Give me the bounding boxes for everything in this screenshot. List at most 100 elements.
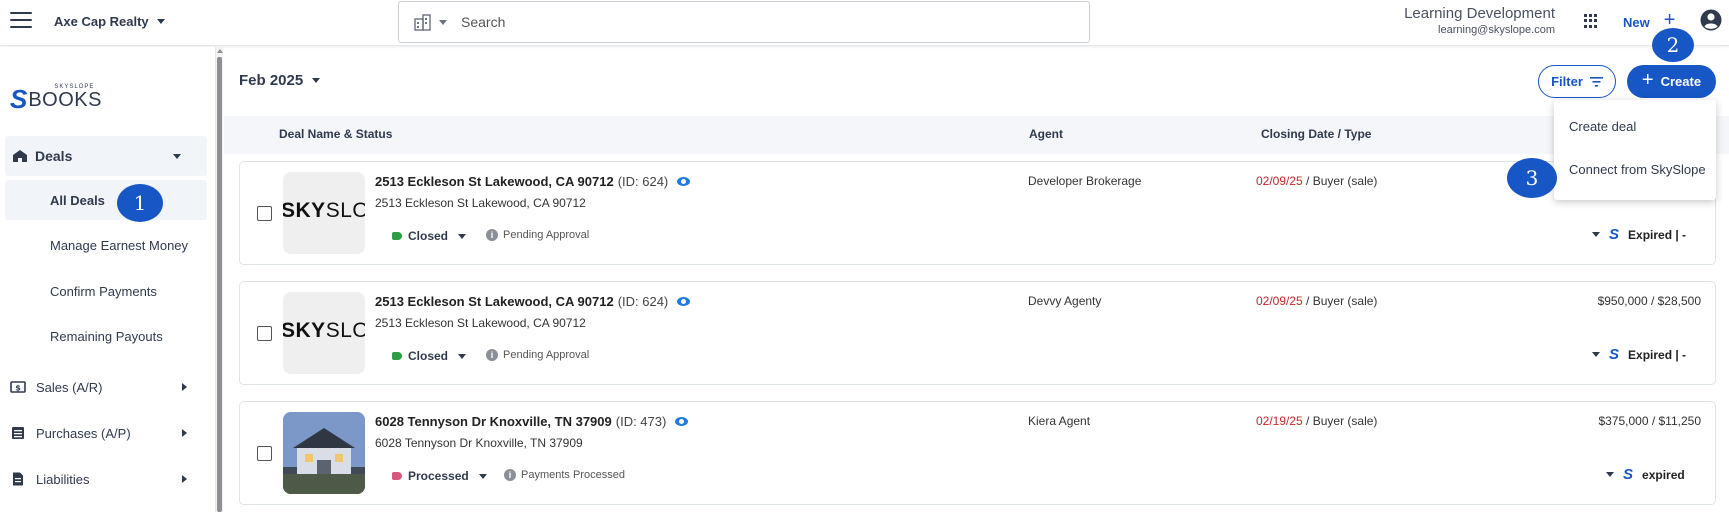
step-badge-2: 2: [1652, 28, 1694, 62]
status-tag-icon: [392, 232, 402, 240]
expiration-status[interactable]: S Expired | -: [1592, 346, 1686, 363]
menu-item-create-deal[interactable]: Create deal: [1569, 119, 1636, 134]
eye-icon[interactable]: [677, 297, 691, 306]
scrollbar-thumb[interactable]: [217, 57, 222, 512]
row-checkbox[interactable]: [257, 206, 272, 221]
sidebar-item-deals[interactable]: Deals: [5, 136, 207, 176]
expiration-status[interactable]: S Expired | -: [1592, 226, 1686, 243]
search-scope-selector[interactable]: [413, 13, 447, 31]
filter-button[interactable]: Filter: [1538, 65, 1616, 98]
apps-grid-icon[interactable]: [1584, 14, 1598, 28]
expiration-status[interactable]: S expired: [1606, 466, 1685, 483]
building-icon: [414, 14, 431, 31]
sidebar-item-label: Remaining Payouts: [50, 328, 163, 344]
sidebar-item-label: Liabilities: [36, 471, 90, 487]
deal-id: (ID: 473): [615, 414, 667, 429]
sidebar-item-remaining-payouts[interactable]: Remaining Payouts: [5, 316, 207, 356]
dollar-icon: $: [10, 381, 26, 393]
search-bar[interactable]: Search: [398, 1, 1090, 43]
deal-title[interactable]: 2513 Eckleson St Lakewood, CA 90712 (ID:…: [375, 174, 691, 189]
closing-date: 02/19/25 / Buyer (sale): [1256, 414, 1377, 428]
deal-title[interactable]: 6028 Tennyson Dr Knoxville, TN 37909 (ID…: [375, 414, 689, 429]
closing-date: 02/09/25 / Buyer (sale): [1256, 294, 1377, 308]
chevron-down-icon: [439, 19, 447, 25]
eye-icon[interactable]: [675, 417, 689, 426]
table-row[interactable]: SKYSLOPE 2513 Eckleson St Lakewood, CA 9…: [239, 281, 1716, 385]
deal-address: 2513 Eckleson St Lakewood, CA 90712: [375, 196, 586, 210]
table-row[interactable]: SKYSLOPE 2513 Eckleson St Lakewood, CA 9…: [239, 161, 1716, 265]
status-label: Closed: [408, 349, 449, 363]
eye-icon[interactable]: [677, 177, 691, 186]
sidebar-item-label: Manage Earnest Money: [50, 237, 189, 253]
step-badge-1: 1: [117, 184, 163, 222]
create-button[interactable]: + Create: [1627, 65, 1716, 98]
sidebar-item-confirm-payments[interactable]: Confirm Payments: [5, 271, 207, 311]
deal-price: $375,000 / $11,250: [1598, 414, 1701, 428]
account-icon[interactable]: [1700, 9, 1722, 31]
new-label: New: [1623, 14, 1650, 30]
table-row[interactable]: 6028 Tennyson Dr Knoxville, TN 37909 (ID…: [239, 401, 1716, 505]
sub-status-label: Pending Approval: [503, 349, 590, 361]
deal-title[interactable]: 2513 Eckleson St Lakewood, CA 90712 (ID:…: [375, 294, 691, 309]
row-checkbox[interactable]: [257, 446, 272, 461]
status-dropdown[interactable]: Processed: [392, 469, 487, 483]
deal-id: (ID: 624): [617, 294, 669, 309]
sub-status-label: Payments Processed: [521, 469, 625, 481]
closing-date-value: 02/19/25: [1256, 414, 1303, 428]
sidebar-scrollbar[interactable]: [216, 47, 223, 512]
chevron-right-icon: [182, 429, 187, 437]
sidebar-item-sales[interactable]: $ Sales (A/R): [10, 372, 205, 402]
closing-date: 02/09/25 / Buyer (sale): [1256, 174, 1377, 188]
status-tag-icon: [392, 352, 402, 360]
deal-address: 2513 Eckleson St Lakewood, CA 90712: [375, 316, 586, 330]
deal-address: 6028 Tennyson Dr Knoxville, TN 37909: [375, 436, 583, 450]
table-header: [224, 116, 1729, 154]
search-input[interactable]: Search: [461, 14, 505, 30]
sidebar-item-manage-earnest-money[interactable]: Manage Earnest Money: [5, 225, 207, 265]
skyslope-s-icon: S: [1609, 226, 1620, 243]
hamburger-menu-icon[interactable]: [10, 12, 32, 30]
sidebar-item-liabilities[interactable]: Liabilities: [10, 464, 205, 494]
deal-name: 6028 Tennyson Dr Knoxville, TN 37909: [375, 414, 612, 429]
ledger-icon: [12, 427, 24, 439]
create-dropdown-menu: Create deal Connect from SkySlope: [1554, 100, 1716, 200]
agent-name: Developer Brokerage: [1028, 174, 1142, 188]
skyslope-s-icon: S: [1609, 346, 1620, 363]
deal-thumbnail[interactable]: SKYSLOPE: [283, 172, 365, 254]
org-name: Axe Cap Realty: [54, 14, 149, 29]
status-dropdown[interactable]: Closed: [392, 349, 467, 363]
column-header-deal-name[interactable]: Deal Name & Status: [279, 127, 392, 141]
skyslope-placeholder-image: SKYSLOPE: [283, 199, 365, 222]
skyslope-placeholder-image: SKYSLOPE: [283, 319, 365, 342]
agent-name: Devvy Agenty: [1028, 294, 1102, 308]
filter-label: Filter: [1551, 74, 1583, 89]
closing-type: / Buyer (sale): [1302, 294, 1378, 308]
plus-icon: +: [1641, 68, 1654, 91]
month-selector[interactable]: Feb 2025: [239, 72, 321, 89]
expired-label: Expired | -: [1628, 227, 1687, 242]
skyslope-books-logo: S SKYSLOPE BOOKS: [10, 84, 102, 112]
menu-item-connect-from-skyslope[interactable]: Connect from SkySlope: [1569, 162, 1706, 177]
sidebar-item-label: Confirm Payments: [50, 283, 157, 299]
deal-thumbnail[interactable]: SKYSLOPE: [283, 292, 365, 374]
deal-name: 2513 Eckleson St Lakewood, CA 90712: [375, 174, 614, 189]
chevron-down-icon: [173, 154, 181, 159]
deal-thumbnail[interactable]: [283, 412, 365, 494]
row-checkbox[interactable]: [257, 326, 272, 341]
info-icon: i: [504, 469, 516, 481]
sidebar-item-label: Sales (A/R): [36, 379, 103, 395]
status-label: Closed: [408, 229, 449, 243]
chevron-down-icon: [478, 473, 487, 479]
status-dropdown[interactable]: Closed: [392, 229, 467, 243]
sidebar-item-label: All Deals: [50, 192, 105, 208]
scroll-up-arrow-icon[interactable]: [217, 49, 223, 53]
chevron-down-icon: [458, 353, 467, 359]
sidebar-item-all-deals[interactable]: All Deals: [5, 180, 207, 220]
logo-big-text: BOOKS: [28, 89, 102, 111]
deal-price: $950,000 / $28,500: [1597, 294, 1701, 308]
sidebar-item-purchases[interactable]: Purchases (A/P): [10, 418, 205, 448]
column-header-agent[interactable]: Agent: [1029, 127, 1063, 141]
org-selector[interactable]: Axe Cap Realty: [54, 14, 165, 29]
chevron-down-icon: [156, 19, 165, 24]
column-header-closing-date[interactable]: Closing Date / Type: [1261, 127, 1371, 141]
